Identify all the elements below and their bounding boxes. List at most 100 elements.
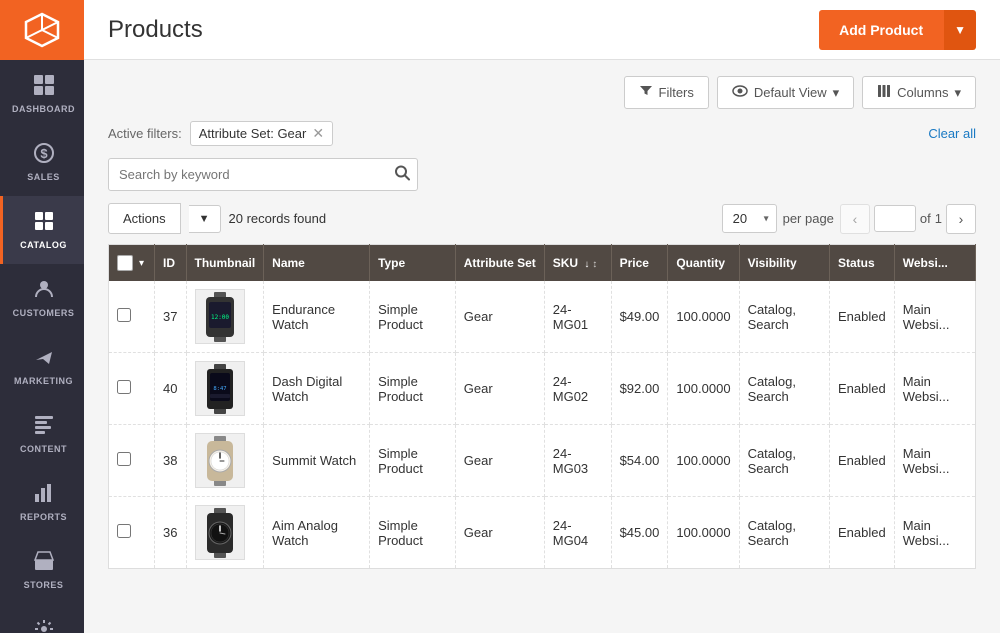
table-row: 36 Aim Analog Watch Simple Product Gear … xyxy=(109,497,976,569)
sidebar-item-reports[interactable]: REPORTS xyxy=(0,468,84,536)
page-total-label: 1 xyxy=(935,211,942,226)
search-input-wrap xyxy=(108,158,418,191)
row-id: 37 xyxy=(155,281,186,353)
customers-icon xyxy=(33,278,55,304)
row-price: $45.00 xyxy=(611,497,668,569)
filter-remove-button[interactable]: ✕ xyxy=(312,125,324,142)
pagination: 20 30 50 ▾ per page ‹ 1 of 1 › xyxy=(722,204,976,234)
page-prev-button[interactable]: ‹ xyxy=(840,204,870,234)
search-input[interactable] xyxy=(108,158,418,191)
row-checkbox-cell xyxy=(109,425,155,497)
svg-text:12:00: 12:00 xyxy=(210,314,228,321)
th-name: Name xyxy=(264,245,370,282)
products-table: ▾ ID Thumbnail Name Type Attribute Set S… xyxy=(108,244,976,569)
row-type: Simple Product xyxy=(370,425,456,497)
row-status: Enabled xyxy=(830,425,895,497)
row-checkbox-cell xyxy=(109,353,155,425)
sidebar-item-dashboard-label: DASHBOARD xyxy=(12,104,75,114)
per-page-select-wrap: 20 30 50 ▾ per page xyxy=(722,204,834,233)
row-attribute-set: Gear xyxy=(455,353,544,425)
dashboard-icon xyxy=(33,74,55,100)
row-checkbox[interactable] xyxy=(117,308,131,322)
table-header-row: ▾ ID Thumbnail Name Type Attribute Set S… xyxy=(109,245,976,282)
row-attribute-set: Gear xyxy=(455,425,544,497)
sidebar-item-dashboard[interactable]: DASHBOARD xyxy=(0,60,84,128)
sidebar-item-catalog[interactable]: CATALOG xyxy=(0,196,84,264)
row-thumbnail: 12:00 xyxy=(186,281,264,353)
row-sku: 24-MG04 xyxy=(544,497,611,569)
row-checkbox[interactable] xyxy=(117,452,131,466)
page-next-button[interactable]: › xyxy=(946,204,976,234)
default-view-button[interactable]: Default View ▾ xyxy=(717,76,854,109)
row-status: Enabled xyxy=(830,281,895,353)
sidebar-item-stores[interactable]: STORES xyxy=(0,536,84,604)
add-product-dropdown-button[interactable]: ▼ xyxy=(943,10,976,50)
row-sku: 24-MG01 xyxy=(544,281,611,353)
row-thumbnail xyxy=(186,425,264,497)
row-checkbox[interactable] xyxy=(117,524,131,538)
sales-icon: $ xyxy=(33,142,55,168)
table-row: 40 8:47 Dash Digital Watch Simple Produc… xyxy=(109,353,976,425)
columns-button[interactable]: Columns ▾ xyxy=(862,76,976,109)
header-checkbox-arrow-button[interactable]: ▾ xyxy=(137,258,146,269)
row-status: Enabled xyxy=(830,497,895,569)
th-id: ID xyxy=(155,245,186,282)
row-checkbox[interactable] xyxy=(117,380,131,394)
sidebar-item-system[interactable]: SYSTEM xyxy=(0,604,84,633)
row-visibility: Catalog, Search xyxy=(739,425,829,497)
clear-all-link[interactable]: Clear all xyxy=(928,126,976,141)
sidebar-item-content[interactable]: CONTENT xyxy=(0,400,84,468)
th-websites: Websi... xyxy=(894,245,975,282)
row-sku: 24-MG03 xyxy=(544,425,611,497)
add-product-button[interactable]: Add Product xyxy=(819,10,943,50)
sidebar-logo[interactable] xyxy=(0,0,84,60)
active-filters: Active filters: Attribute Set: Gear ✕ Cl… xyxy=(108,121,976,146)
sidebar-item-marketing[interactable]: MARKETING xyxy=(0,332,84,400)
per-page-select[interactable]: 20 30 50 xyxy=(722,204,777,233)
row-websites: Main Websi... xyxy=(894,281,975,353)
main-content: Products Add Product ▼ Filters Default V… xyxy=(84,0,1000,633)
row-name: Endurance Watch xyxy=(264,281,370,353)
page-current-input[interactable]: 1 xyxy=(874,205,916,232)
records-count: 20 records found xyxy=(229,211,327,226)
marketing-icon xyxy=(33,346,55,372)
sidebar-item-catalog-label: CATALOG xyxy=(20,240,67,250)
row-name: Dash Digital Watch xyxy=(264,353,370,425)
columns-icon xyxy=(877,84,891,101)
row-visibility: Catalog, Search xyxy=(739,353,829,425)
sidebar-item-customers[interactable]: CUSTOMERS xyxy=(0,264,84,332)
filter-icon xyxy=(639,84,653,101)
actions-dropdown-button[interactable]: ▼ xyxy=(189,205,221,233)
actions-button[interactable]: Actions xyxy=(108,203,181,234)
row-quantity: 100.0000 xyxy=(668,281,739,353)
row-name: Summit Watch xyxy=(264,425,370,497)
row-id: 36 xyxy=(155,497,186,569)
row-quantity: 100.0000 xyxy=(668,353,739,425)
row-checkbox-cell xyxy=(109,497,155,569)
th-attribute-set: Attribute Set xyxy=(455,245,544,282)
filter-tag: Attribute Set: Gear ✕ xyxy=(190,121,333,146)
filters-button[interactable]: Filters xyxy=(624,76,709,109)
columns-label: Columns xyxy=(897,85,948,100)
svg-text:$: $ xyxy=(40,146,48,161)
row-id: 40 xyxy=(155,353,186,425)
th-sku[interactable]: SKU ↓ xyxy=(544,245,611,282)
row-quantity: 100.0000 xyxy=(668,425,739,497)
search-submit-button[interactable] xyxy=(394,164,410,185)
actions-left: Actions ▼ 20 records found xyxy=(108,203,326,234)
header-actions: Add Product ▼ xyxy=(819,10,976,50)
th-type: Type xyxy=(370,245,456,282)
row-visibility: Catalog, Search xyxy=(739,497,829,569)
row-type: Simple Product xyxy=(370,353,456,425)
page-of-label: of xyxy=(920,211,931,226)
row-quantity: 100.0000 xyxy=(668,497,739,569)
filter-tag-text: Attribute Set: Gear xyxy=(199,126,307,141)
catalog-icon xyxy=(33,210,55,236)
row-visibility: Catalog, Search xyxy=(739,281,829,353)
sidebar-item-marketing-label: MARKETING xyxy=(14,376,73,386)
header-checkbox-button[interactable] xyxy=(117,255,133,271)
row-checkbox-cell xyxy=(109,281,155,353)
sidebar-item-sales[interactable]: $ SALES xyxy=(0,128,84,196)
sku-sort-icon: ↓ xyxy=(584,259,589,270)
sidebar-item-sales-label: SALES xyxy=(27,172,60,182)
